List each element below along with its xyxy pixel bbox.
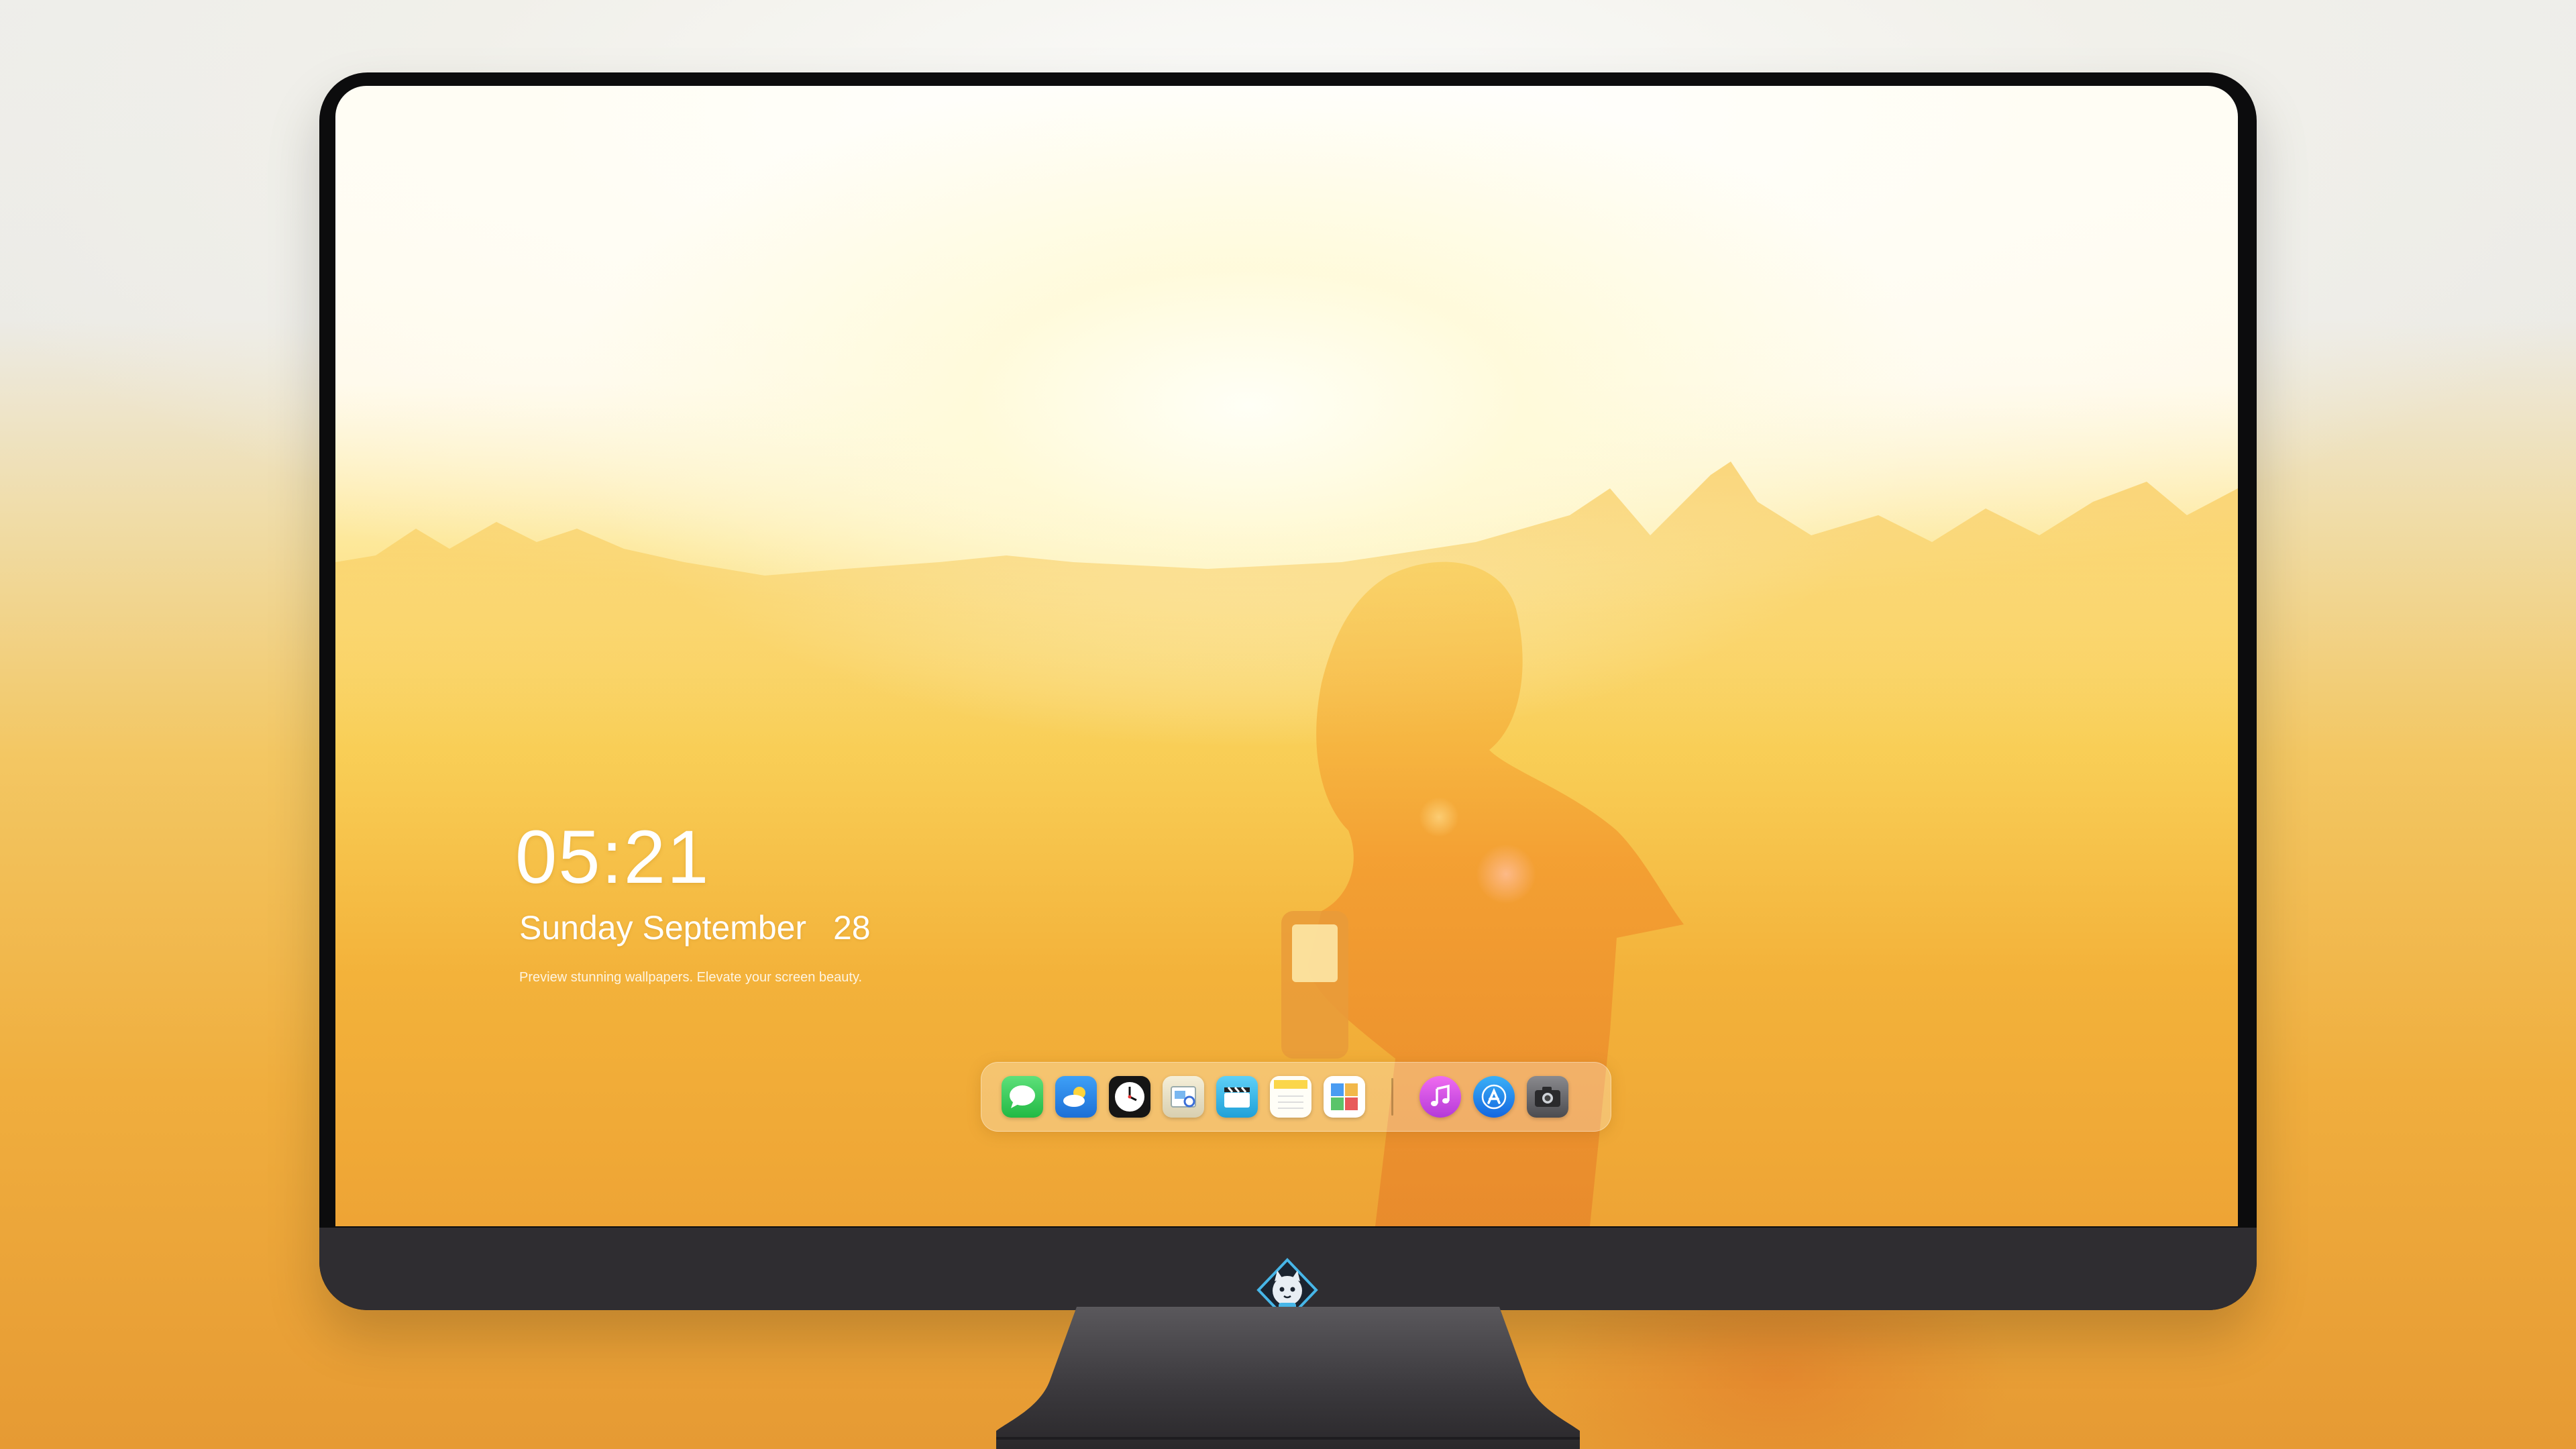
music-icon[interactable] [1419, 1076, 1461, 1118]
dock [981, 1062, 1611, 1132]
background-scene: 05:21 Sunday September 28 Preview stunni… [0, 0, 2576, 1449]
month-label: September [642, 909, 807, 947]
lock-date: Sunday September 28 [519, 908, 871, 947]
dock-separator [1391, 1078, 1393, 1116]
monitor-chin [319, 1228, 2257, 1322]
notes-icon[interactable] [1270, 1076, 1311, 1118]
photo-booth-icon[interactable] [1324, 1076, 1365, 1118]
weekday-label: Sunday [519, 909, 633, 947]
app-store-icon[interactable] [1473, 1076, 1515, 1118]
tagline-text: Preview stunning wallpapers. Elevate you… [519, 970, 863, 985]
lock-clock: 05:21 [515, 815, 710, 899]
camera-icon[interactable] [1527, 1076, 1568, 1118]
messages-icon[interactable] [1002, 1076, 1043, 1118]
desktop-screen: 05:21 Sunday September 28 Preview stunni… [335, 86, 2238, 1226]
clips-icon[interactable] [1216, 1076, 1258, 1118]
wallpaper-tagline: Preview stunning wallpapers. Elevate you… [519, 970, 870, 985]
day-label: 28 [833, 909, 871, 947]
monitor-stand [996, 1307, 1580, 1449]
weather-icon[interactable] [1055, 1076, 1097, 1118]
lens-flare [1476, 844, 1536, 904]
clock-icon[interactable] [1109, 1076, 1150, 1118]
monitor: 05:21 Sunday September 28 Preview stunni… [319, 72, 2257, 1322]
lens-flare-small [1419, 797, 1459, 837]
preview-icon[interactable] [1163, 1076, 1204, 1118]
